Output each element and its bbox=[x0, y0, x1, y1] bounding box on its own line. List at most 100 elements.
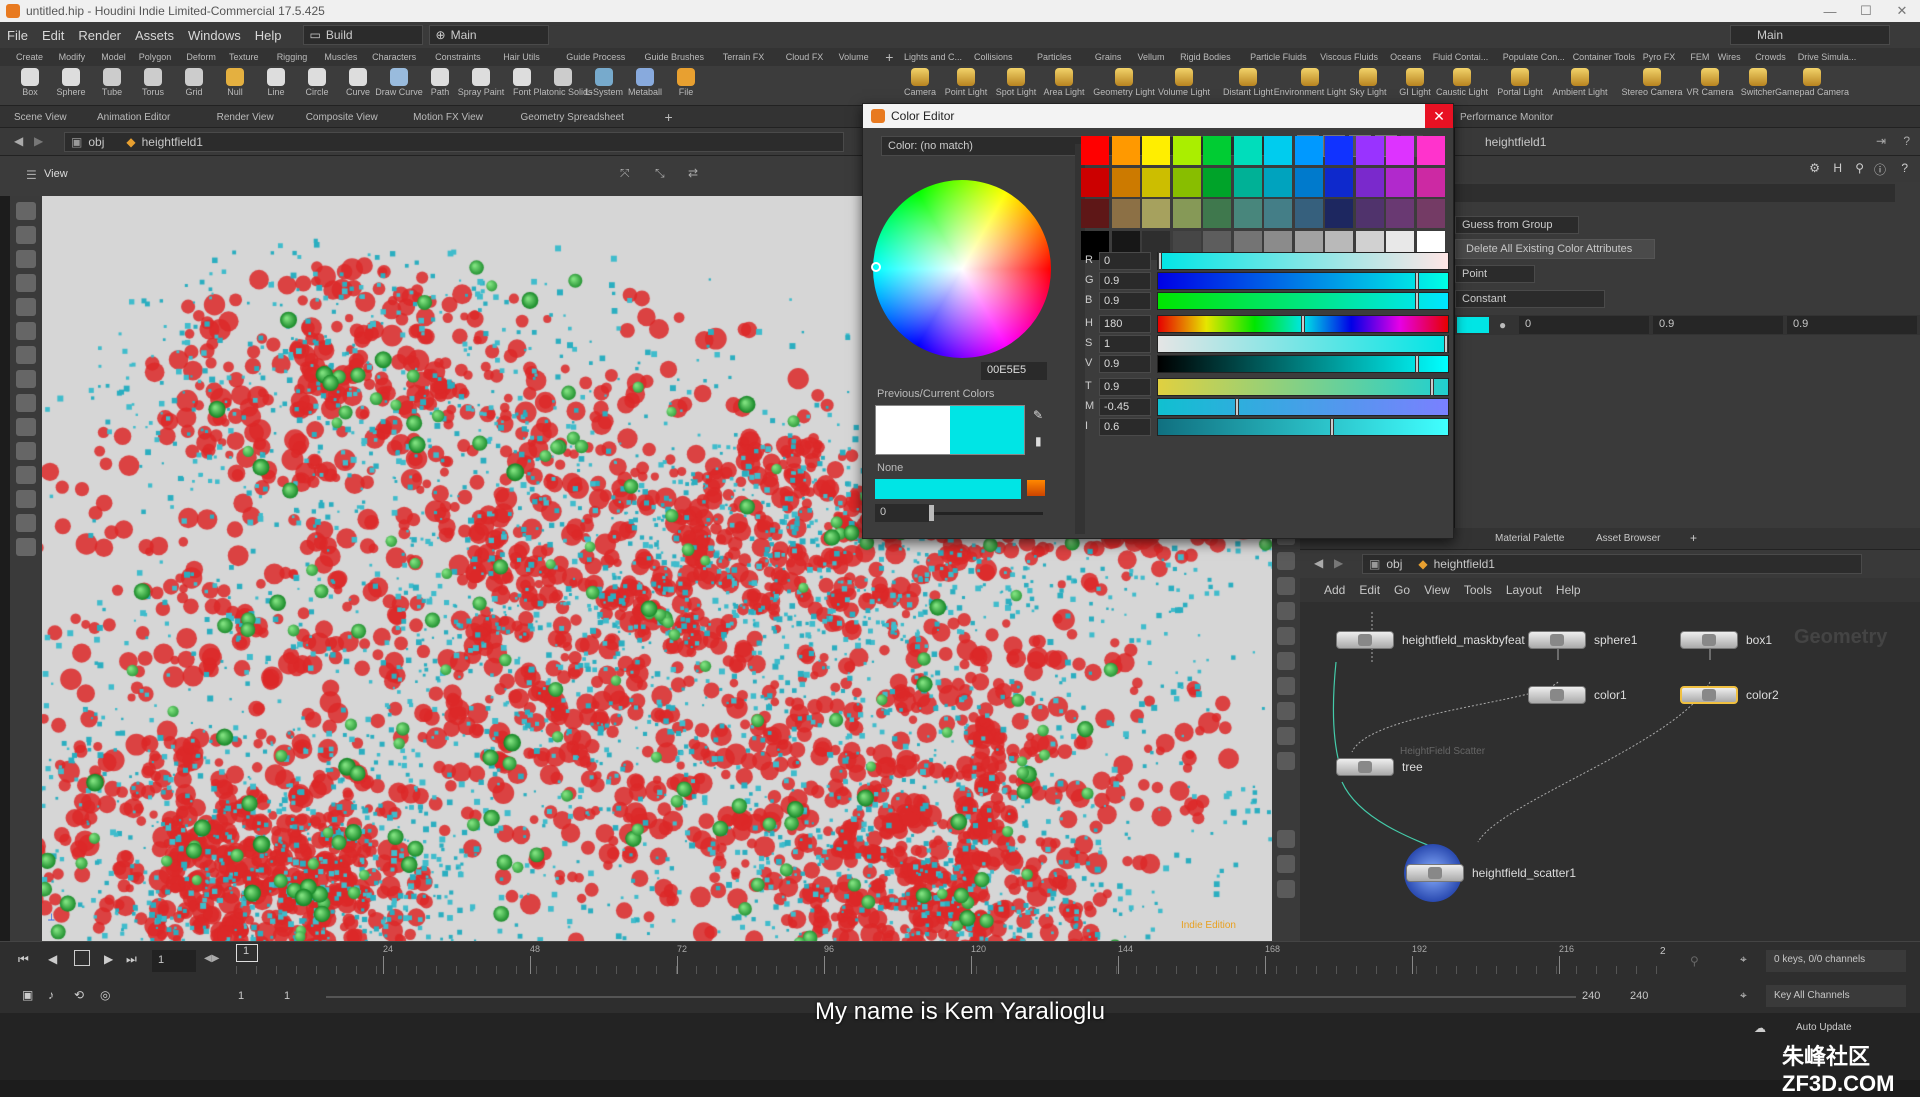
net-path-root[interactable]: obj bbox=[1386, 557, 1402, 571]
desktop-dropdown[interactable]: ▭ Build bbox=[302, 25, 423, 45]
menu-file[interactable]: File bbox=[0, 28, 35, 43]
shelf-tab-guide-brushes[interactable]: Guide Brushes bbox=[641, 48, 709, 66]
tool-draw-curve[interactable]: Draw Curve bbox=[375, 68, 423, 97]
tool-camera[interactable]: Camera bbox=[898, 68, 942, 97]
color-wheel[interactable] bbox=[873, 180, 1051, 358]
node-color1[interactable]: color1 bbox=[1528, 686, 1627, 704]
shelf-tab-vellum[interactable]: Vellum bbox=[1134, 48, 1169, 66]
channel-i-slider[interactable] bbox=[1157, 418, 1449, 436]
tool-torus[interactable]: Torus bbox=[131, 68, 175, 97]
tab-composite-view[interactable]: Composite View bbox=[306, 106, 378, 128]
timeline-ruler[interactable]: 1 24 48 72 96 120 144 168 192 216 bbox=[236, 942, 1666, 982]
swatch-cell[interactable] bbox=[1142, 167, 1170, 197]
channel-m-handle[interactable] bbox=[1235, 398, 1240, 416]
node-sphere1[interactable]: sphere1 bbox=[1528, 631, 1637, 649]
info-circle-icon[interactable]: ⓘ bbox=[1874, 161, 1886, 178]
snapshot-icon[interactable] bbox=[1277, 752, 1295, 770]
channel-h-field[interactable]: 180 bbox=[1099, 315, 1151, 333]
swatch-cell[interactable] bbox=[1172, 136, 1201, 165]
tool-path[interactable]: Path bbox=[418, 68, 462, 97]
swatch-cell[interactable] bbox=[1081, 136, 1109, 165]
tool-sphere[interactable]: Sphere bbox=[49, 68, 93, 97]
tool-caustic-light[interactable]: Caustic Light bbox=[1436, 68, 1488, 97]
menu-render[interactable]: Render bbox=[71, 28, 128, 43]
shelf-tab-texture[interactable]: Texture bbox=[225, 48, 263, 66]
tab-geometry-spreadsheet[interactable]: Geometry Spreadsheet bbox=[521, 106, 624, 128]
tool-platonic-solids[interactable]: Platonic Solids bbox=[533, 68, 593, 97]
scale-tool-icon[interactable] bbox=[16, 370, 36, 388]
channel-g-handle[interactable] bbox=[1415, 272, 1420, 290]
channel-t-slider[interactable] bbox=[1157, 378, 1449, 396]
home-tool-icon[interactable] bbox=[16, 538, 36, 556]
pose-tool-icon[interactable] bbox=[16, 394, 36, 412]
tool-ambient-light[interactable]: Ambient Light bbox=[1552, 68, 1608, 97]
tab-material-palette[interactable]: Material Palette bbox=[1495, 533, 1564, 544]
swatch-cell[interactable] bbox=[1416, 136, 1445, 165]
go-end-icon[interactable]: ⏭ bbox=[126, 952, 137, 967]
snap-icon[interactable]: ⤧ bbox=[620, 166, 630, 181]
swatch-cell[interactable] bbox=[1203, 136, 1231, 165]
tool-file[interactable]: File bbox=[664, 68, 708, 97]
hex-field[interactable]: 00E5E5 bbox=[981, 362, 1047, 380]
node-maskbyfeature[interactable]: heightfield_maskbyfeat bbox=[1336, 631, 1525, 649]
lighting-icon[interactable] bbox=[1277, 552, 1295, 570]
color-b-field[interactable]: 0.9 bbox=[1787, 316, 1917, 334]
swatch-cell[interactable] bbox=[1203, 199, 1231, 228]
swatch-cell[interactable] bbox=[1325, 167, 1353, 197]
tab-animation-editor[interactable]: Animation Editor bbox=[97, 106, 170, 128]
shelf-tab-constraints[interactable]: Constraints bbox=[431, 48, 485, 66]
eyedropper-icon[interactable]: ✎ bbox=[1033, 408, 1043, 422]
swatch-cell[interactable] bbox=[1233, 167, 1262, 197]
channel-t-handle[interactable] bbox=[1429, 378, 1434, 396]
node-heightfield-scatter[interactable]: heightfield_scatter1 bbox=[1406, 864, 1576, 882]
magnet-tool-icon[interactable] bbox=[16, 466, 36, 484]
node-color2[interactable]: color2 bbox=[1680, 686, 1779, 704]
menu-edit[interactable]: Edit bbox=[35, 28, 71, 43]
grid-icon[interactable] bbox=[1277, 855, 1295, 873]
net-menu-add[interactable]: Add bbox=[1324, 583, 1345, 597]
template-icon[interactable] bbox=[1277, 677, 1295, 695]
color-swatch[interactable] bbox=[1457, 317, 1489, 333]
shelf-tab-pyro-fx[interactable]: Pyro FX bbox=[1639, 48, 1680, 66]
paint-tool-icon[interactable] bbox=[16, 226, 36, 244]
group-type-dropdown[interactable]: Guess from Group bbox=[1455, 216, 1579, 234]
add-pane-tab-icon[interactable]: + bbox=[665, 106, 673, 128]
net-menu-go[interactable]: Go bbox=[1394, 583, 1410, 597]
tool-null[interactable]: Null bbox=[213, 68, 257, 97]
shelf-tab-oceans[interactable]: Oceans bbox=[1386, 48, 1425, 66]
brush-tool-icon[interactable] bbox=[16, 250, 36, 268]
swatch-cell[interactable] bbox=[1416, 199, 1445, 228]
shelf-tab-grains[interactable]: Grains bbox=[1091, 48, 1126, 66]
help-circle-icon[interactable]: ? bbox=[1901, 161, 1908, 175]
tool-grid[interactable]: Grid bbox=[172, 68, 216, 97]
tool-tube[interactable]: Tube bbox=[90, 68, 134, 97]
info-icon[interactable] bbox=[1277, 830, 1295, 848]
tab-scene-view[interactable]: Scene View bbox=[14, 106, 67, 128]
go-start-icon[interactable]: ⏮ bbox=[18, 952, 29, 967]
play-icon[interactable]: ▶ bbox=[104, 952, 113, 966]
net-menu-view[interactable]: View bbox=[1424, 583, 1450, 597]
swatch-cell[interactable] bbox=[1355, 136, 1384, 165]
gear-icon[interactable]: ⚙ bbox=[1809, 161, 1820, 175]
viewer-label[interactable]: View bbox=[44, 168, 68, 180]
abc-icon[interactable] bbox=[1277, 702, 1295, 720]
current-frame-field[interactable]: 1 bbox=[152, 950, 196, 972]
shelf-tab-model[interactable]: Model bbox=[97, 48, 130, 66]
swatch-cell[interactable] bbox=[1416, 167, 1445, 197]
close-window-button[interactable]: ✕ bbox=[1884, 0, 1920, 22]
swatch-cell[interactable] bbox=[1203, 167, 1231, 197]
tool-gi-light[interactable]: GI Light bbox=[1393, 68, 1437, 97]
param-path-node[interactable]: heightfield1 bbox=[1485, 135, 1546, 149]
tool-geometry-light[interactable]: Geometry Light bbox=[1093, 68, 1155, 97]
tool-spot-light[interactable]: Spot Light bbox=[994, 68, 1038, 97]
tool-sky-light[interactable]: Sky Light bbox=[1346, 68, 1390, 97]
step-forward-icon[interactable]: ◀▶ bbox=[204, 953, 219, 964]
net-menu-tools[interactable]: Tools bbox=[1464, 583, 1492, 597]
channel-g-field[interactable]: 0.9 bbox=[1099, 272, 1151, 290]
channel-s-handle[interactable] bbox=[1444, 335, 1448, 353]
net-menu-layout[interactable]: Layout bbox=[1506, 583, 1542, 597]
background-icon[interactable] bbox=[1277, 602, 1295, 620]
tool-area-light[interactable]: Area Light bbox=[1042, 68, 1086, 97]
channel-v-slider[interactable] bbox=[1157, 355, 1449, 373]
network-editor[interactable]: Material Palette Asset Browser + ◀ ▶ ▣ o… bbox=[1300, 528, 1920, 941]
